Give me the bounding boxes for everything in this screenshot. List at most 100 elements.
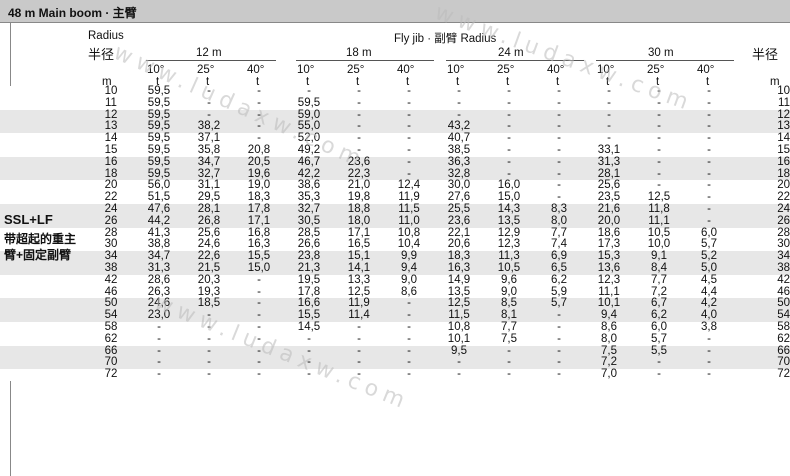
row-spacer [0, 287, 88, 299]
capacity-cell: - [457, 368, 461, 381]
capacity-cell: 10,8 [447, 320, 471, 333]
capacity-cell: - [507, 96, 511, 109]
capacity-cell: - [557, 155, 561, 168]
table-title: 48 m Main boom · 主臂 [8, 6, 137, 20]
radius-cell-right: 11 [778, 96, 790, 109]
table-row: 46 26,3 19,3-17,8 12,5 8,6 13,5 9,0 5,9 11,1 7,2 4… [0, 286, 790, 299]
capacity-cell: 13,3 [347, 273, 371, 286]
table-row: 20 56,0 31,1 19,0 38,6 21,0 12,4 30,0 16,0-25,6-… [0, 180, 790, 193]
capacity-cell: - [557, 143, 561, 156]
capacity-cell: - [207, 368, 211, 381]
capacity-cell: 21,3 [297, 261, 321, 274]
capacity-cell: 7,7 [501, 320, 517, 333]
capacity-cell: 7,5 [501, 332, 517, 345]
capacity-cell: 13,6 [597, 261, 621, 274]
capacity-cell: 20,8 [247, 143, 271, 156]
capacity-cell: 7,0 [601, 368, 617, 381]
capacity-cell: 20,0 [597, 214, 621, 227]
radius-cell-right: 16 [777, 155, 790, 168]
capacity-cell: 14,5 [297, 320, 321, 333]
capacity-cell: 38,5 [447, 143, 471, 156]
capacity-cell: 18,0 [347, 214, 371, 227]
capacity-cell: 20,5 [247, 155, 271, 168]
capacity-cell: 10,1 [447, 332, 471, 345]
capacity-cell: 18,8 [347, 202, 371, 215]
capacity-cell: 31,3 [597, 155, 621, 168]
capacity-cell: 15,0 [247, 261, 271, 274]
table-row: 15 59,5 35,8 20,8 49,2- -38,5- -33,1- -15 [0, 143, 790, 157]
radius-cell: 24 [104, 202, 118, 215]
capacity-cell: - [407, 155, 411, 168]
angle-header-7: 25° [497, 64, 515, 76]
side-label-cn-1: 带超起的重主 [4, 232, 77, 246]
capacity-cell: - [157, 332, 161, 345]
capacity-cell: - [707, 368, 711, 381]
table-row: 16 59,5 34,7 20,5 46,7 23,6-36,3- -31,3- -16 [0, 155, 790, 169]
table-row: 12 59,5- -59,0- - - - - - - -12 [0, 109, 790, 122]
capacity-cell: - [707, 143, 711, 156]
angle-header-5: 40° [397, 64, 415, 76]
capacity-cell: 14,3 [497, 202, 521, 215]
capacity-cell: 36,3 [447, 155, 471, 168]
capacity-cell: 8,4 [651, 261, 667, 274]
row-spacer [0, 169, 88, 181]
radius-cell-right: 42 [777, 273, 790, 286]
radius-cell-right: 15 [777, 143, 790, 156]
capacity-cell: - [507, 368, 511, 381]
radius-cell-right: 62 [777, 332, 790, 345]
table-title-bar: 48 m Main boom · 主臂 [0, 0, 790, 23]
capacity-cell: 3,8 [701, 320, 717, 333]
row-spacer [0, 157, 88, 169]
jib-length-12: 12 m [196, 47, 222, 59]
radius-cell: 42 [104, 273, 118, 286]
capacity-cell: - [657, 155, 661, 168]
row-spacer [0, 133, 88, 145]
capacity-cell: 16,3 [447, 261, 471, 274]
capacity-cell: - [357, 332, 361, 345]
table-row: 38 31,3 21,5 15,0 21,3 14,1 9,4 16,3 10,5 6,5 13,6… [0, 261, 790, 275]
capacity-cell: 6,5 [551, 261, 567, 274]
capacity-cell: 14,9 [447, 273, 471, 286]
angle-header-3: 10° [297, 64, 315, 76]
capacity-cell: 9,0 [401, 273, 417, 286]
radius-cell: 26 [104, 214, 118, 227]
capacity-cell: - [257, 368, 261, 381]
side-label-cn-2: 臂+固定副臂 [4, 248, 72, 262]
capacity-cell: - [457, 96, 461, 109]
capacity-cell: 12,3 [597, 273, 621, 286]
capacity-cell: 5,7 [651, 332, 667, 345]
table-row: 72- - - - - - - - -7,0- -72 [0, 368, 790, 381]
capacity-cell: 47,6 [147, 202, 171, 215]
table-row: 54 23,0- -15,5 11,4-11,5 8,1-9,4 6,2 4,0 54 [0, 309, 790, 322]
capacity-cell: 19,5 [297, 273, 321, 286]
radius-cell: 62 [104, 332, 118, 345]
row-spacer [0, 298, 88, 310]
table-row: 24 47,6 28,1 17,8 32,7 18,8 11,5 25,5 14,3 8,3 21,… [0, 202, 790, 216]
capacity-cell: - [607, 96, 611, 109]
capacity-cell: 34,7 [197, 155, 221, 168]
capacity-cell: 20,3 [197, 273, 221, 286]
row-spacer [0, 180, 88, 192]
capacity-cell: 35,8 [197, 143, 221, 156]
table-row: 50 24,6 18,5-16,6 11,9-12,5 8,5 5,7 10,1 6,7 4,2… [0, 298, 790, 311]
capacity-cell: 8,6 [601, 320, 617, 333]
capacity-cell: - [157, 368, 161, 381]
angle-header-2: 40° [247, 64, 265, 76]
radius-cell: 58 [104, 320, 118, 333]
capacity-cell: - [557, 368, 561, 381]
angle-header-6: 10° [447, 64, 465, 76]
capacity-cell: - [407, 332, 411, 345]
table-row: 66- - - - - -9,5- -7,5 5,5-66 [0, 345, 790, 358]
capacity-cell: - [707, 214, 711, 227]
capacity-cell: 11,8 [648, 202, 670, 215]
capacity-cell: 32,7 [297, 202, 321, 215]
row-spacer [0, 145, 88, 157]
capacity-cell: 59,5 [147, 96, 171, 109]
radius-cell-right: 24 [777, 202, 790, 215]
capacity-cell: 17,8 [247, 202, 271, 215]
capacity-cell: 11,0 [398, 214, 420, 227]
capacity-cell: - [557, 320, 561, 333]
radius-cell-right: 38 [777, 261, 790, 274]
row-spacer [0, 263, 88, 275]
capacity-cell: - [657, 368, 661, 381]
